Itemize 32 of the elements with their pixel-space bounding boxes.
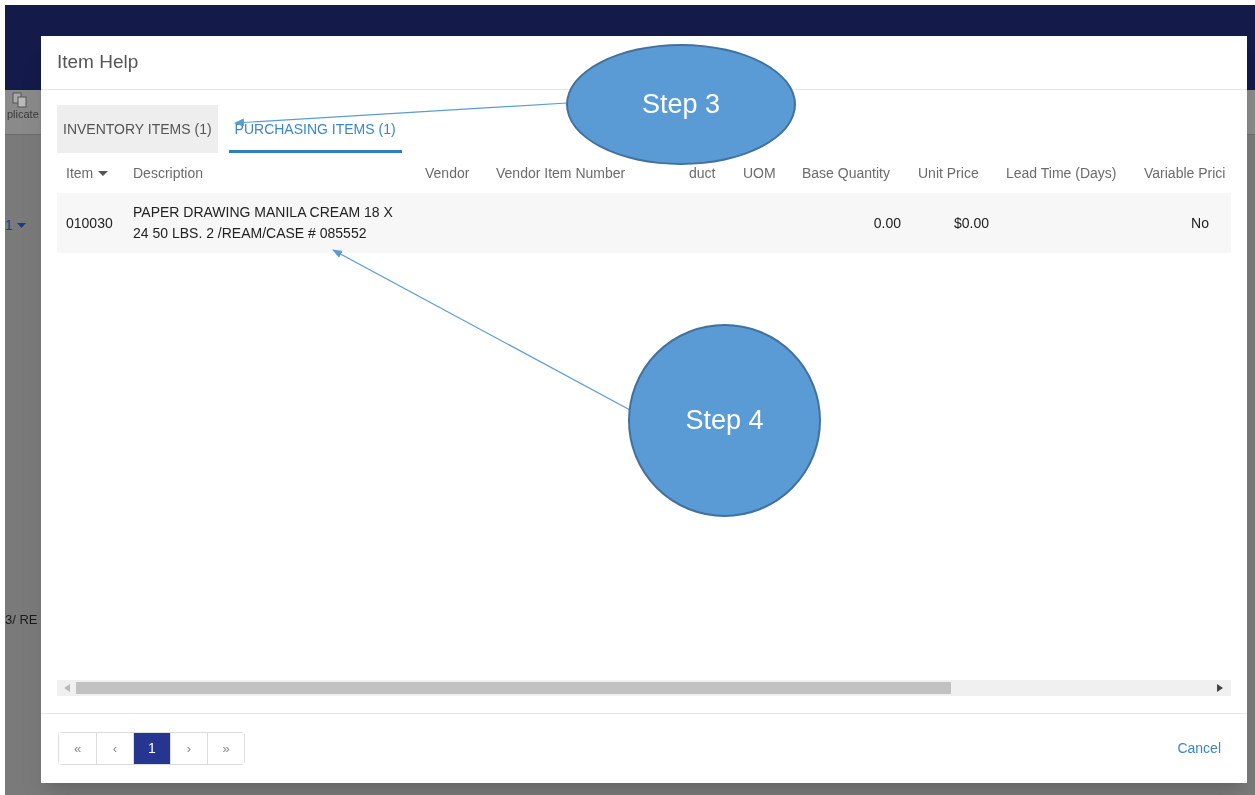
caret-icon xyxy=(16,222,26,228)
dialog-title: Item Help xyxy=(57,50,139,75)
column-header[interactable]: Unit Price xyxy=(918,166,979,180)
column-header[interactable]: duct xyxy=(689,166,716,180)
right-arrow-icon[interactable] xyxy=(1217,684,1223,692)
column-header[interactable]: Lead Time (Days) xyxy=(1006,166,1117,180)
column-header[interactable]: Base Quantity xyxy=(802,166,890,180)
table-row[interactable]: 010030 PAPER DRAWING MANILA CREAM 18 X 24 50 LBS. 2 /REAM/CASE # 085552 0.00 $0.00 No xyxy=(57,193,1231,253)
sort-caret-icon xyxy=(98,170,109,176)
scrollbar[interactable] xyxy=(57,680,1231,696)
column-header[interactable]: Description xyxy=(133,166,204,180)
toolbar-label[interactable]: plicate xyxy=(7,109,39,120)
page-button[interactable]: » xyxy=(207,733,244,764)
table-cell-text: No xyxy=(1191,213,1209,233)
copy-icon[interactable] xyxy=(12,92,28,108)
table-cell-text: $0.00 xyxy=(953,213,989,233)
table-cell-text: 010030 xyxy=(66,213,113,233)
table-cell-text: PAPER DRAWING MANILA CREAM 18 X 24 50 LBS. 2 /REAM/CASE # 085552 xyxy=(133,203,394,243)
tab[interactable]: INVENTORY ITEMS (1) xyxy=(57,105,218,153)
text-fragment: 3/ RE xyxy=(5,611,38,629)
column-header[interactable]: Vendor xyxy=(425,166,470,180)
field-value: 1 xyxy=(5,215,13,235)
column-header[interactable]: Vendor Item Number xyxy=(496,166,626,180)
column-header[interactable]: Item xyxy=(66,166,109,180)
page-button[interactable]: 1 xyxy=(133,733,170,764)
column-header[interactable]: Variable Prici xyxy=(1144,166,1226,180)
tab[interactable]: PURCHASING ITEMS (1) xyxy=(228,105,402,153)
table-cell-text: 0.00 xyxy=(873,213,901,233)
scrollbar-thumb[interactable] xyxy=(76,682,951,694)
column-header[interactable]: UOM xyxy=(743,166,776,180)
cancel-link[interactable]: Cancel xyxy=(1177,738,1221,759)
left-arrow-icon[interactable] xyxy=(64,684,70,692)
